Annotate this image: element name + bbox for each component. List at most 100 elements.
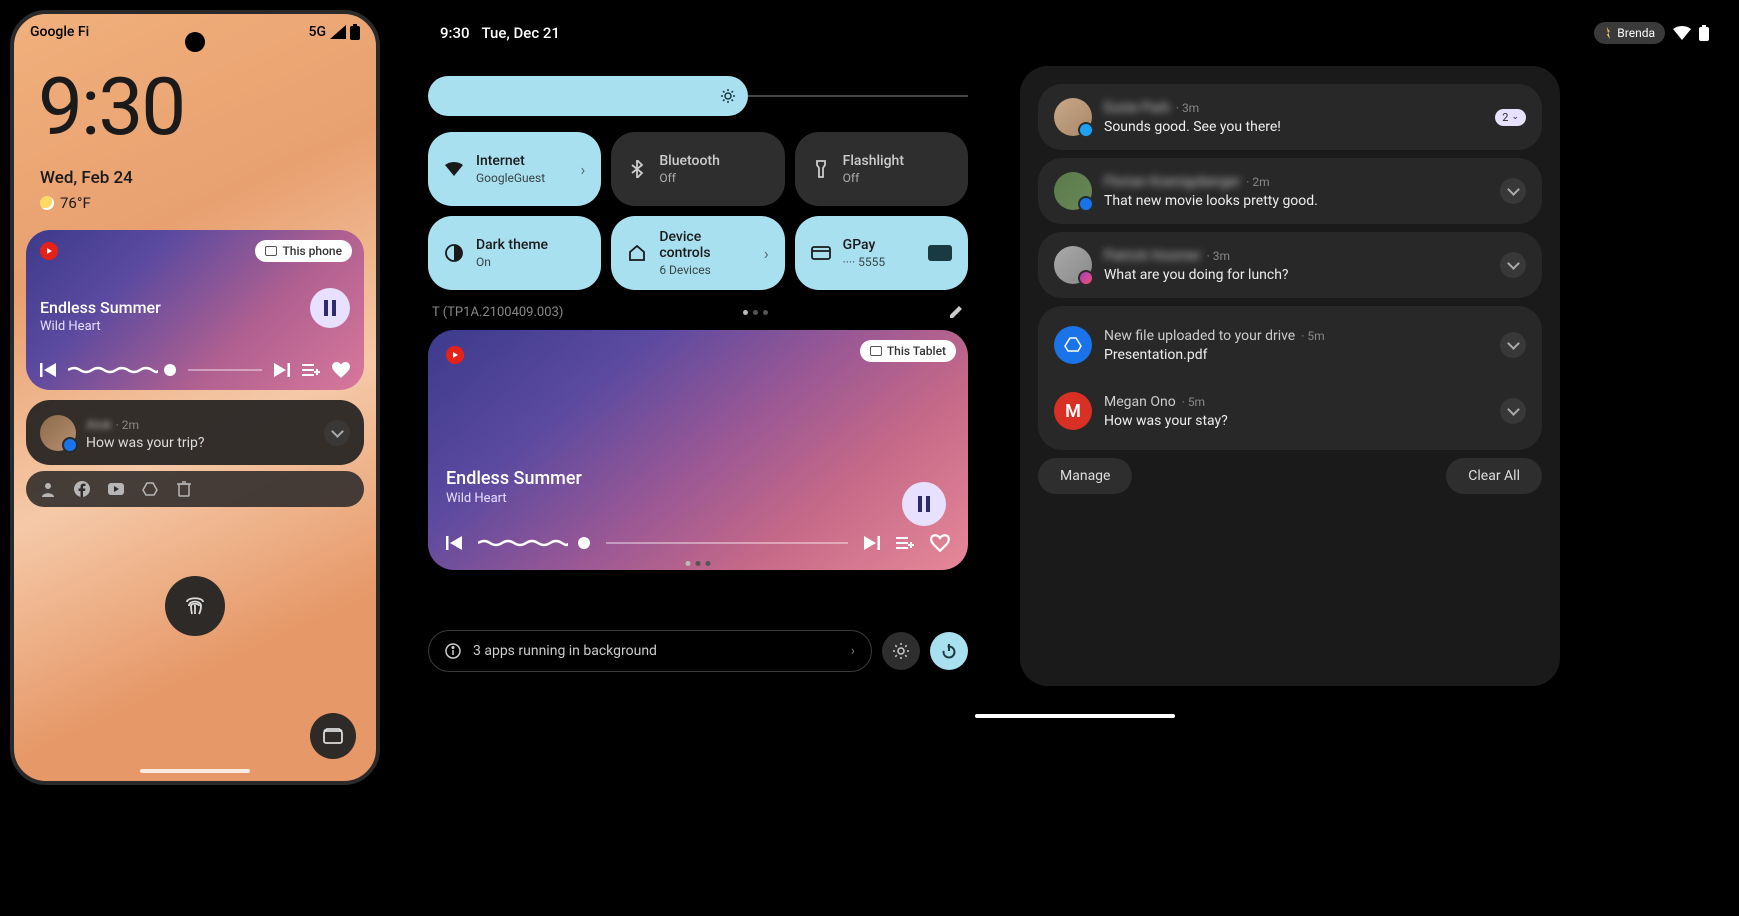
phone-media-card[interactable]: This phone Endless Summer Wild Heart	[26, 230, 364, 390]
background-apps-pill[interactable]: 3 apps running in background ›	[428, 630, 872, 672]
nav-handle[interactable]	[140, 769, 250, 773]
build-label: T (TP1A.2100409.003)	[432, 305, 563, 320]
edit-button[interactable]	[948, 304, 964, 320]
phone-notification[interactable]: Alok · 2m How was your trip?	[26, 400, 364, 465]
chevron-right-icon: ›	[581, 160, 586, 179]
battery-icon	[1699, 25, 1709, 41]
pause-button[interactable]	[310, 288, 350, 328]
bluetooth-icon	[627, 159, 647, 179]
youtube-icon	[108, 481, 124, 497]
notification-count[interactable]: 2⌄	[1495, 109, 1526, 126]
wallet-button[interactable]	[310, 713, 356, 759]
notification-group: New file uploaded to your drive· 5m Pres…	[1038, 306, 1542, 450]
dark-theme-icon	[444, 243, 464, 263]
seek-remaining	[188, 369, 262, 371]
battery-icon	[350, 24, 360, 40]
tile-dark-theme[interactable]: Dark themeOn	[428, 216, 601, 290]
camera-punch-hole	[185, 32, 205, 52]
card-icon	[811, 243, 831, 263]
signal-icon	[330, 25, 346, 39]
seek-thumb[interactable]	[164, 364, 176, 376]
tile-internet[interactable]: InternetGoogleGuest ›	[428, 132, 601, 206]
favorite-button[interactable]	[930, 534, 950, 552]
track-artist: Wild Heart	[40, 319, 350, 334]
brightness-slider[interactable]	[428, 76, 968, 116]
cast-output-button[interactable]: This Tablet	[860, 340, 956, 362]
page-dots	[743, 310, 768, 315]
tablet-media-card[interactable]: This Tablet Endless Summer Wild Heart	[428, 330, 968, 570]
next-button[interactable]	[274, 363, 290, 377]
media-page-dots	[686, 561, 711, 566]
info-icon	[445, 643, 461, 659]
previous-button[interactable]	[446, 536, 462, 550]
tablet-area: 9:30 Tue, Dec 21 Brenda InternetGoogleGu…	[420, 10, 1729, 710]
tile-device-controls[interactable]: Device controls6 Devices ›	[611, 216, 784, 290]
lockscreen-time: 9:30	[14, 40, 376, 154]
notification-item[interactable]: Eunie Park· 3m Sounds good. See you ther…	[1038, 84, 1542, 150]
tile-flashlight[interactable]: FlashlightOff	[795, 132, 968, 206]
previous-button[interactable]	[40, 363, 56, 377]
track-artist: Wild Heart	[446, 491, 950, 506]
expand-button[interactable]	[1500, 398, 1526, 424]
expand-button[interactable]	[324, 420, 350, 446]
seek-progress[interactable]	[478, 539, 568, 547]
facebook-icon	[74, 481, 90, 497]
seek-progress[interactable]	[68, 366, 158, 374]
notification-item[interactable]: Patrick Hosmer· 3m What are you doing fo…	[1038, 232, 1542, 298]
notification-sender: Alok	[86, 418, 112, 433]
avatar	[40, 415, 76, 451]
home-icon	[627, 243, 647, 263]
cast-icon	[870, 346, 882, 356]
messages-badge-icon	[1078, 196, 1094, 212]
user-chip[interactable]: Brenda	[1594, 22, 1665, 44]
notification-item[interactable]: New file uploaded to your drive· 5m Pres…	[1038, 312, 1542, 378]
gmail-icon: M	[1054, 392, 1092, 430]
clear-all-button[interactable]: Clear All	[1446, 458, 1542, 494]
tablet-time: 9:30	[440, 24, 470, 42]
manage-button[interactable]: Manage	[1038, 458, 1132, 494]
flashlight-icon	[811, 159, 831, 179]
drive-icon	[1054, 326, 1092, 364]
fingerprint-button[interactable]	[165, 576, 225, 636]
power-button[interactable]	[930, 632, 968, 670]
pause-button[interactable]	[902, 482, 946, 526]
cast-icon	[265, 246, 277, 256]
expand-button[interactable]	[1500, 178, 1526, 204]
expand-button[interactable]	[1500, 332, 1526, 358]
seek-remaining	[606, 542, 848, 544]
weather-icon	[40, 196, 54, 210]
chevron-right-icon: ›	[851, 643, 855, 659]
nav-handle[interactable]	[975, 714, 1175, 718]
youtube-music-icon	[446, 346, 464, 364]
tile-bluetooth[interactable]: BluetoothOff	[611, 132, 784, 206]
phone-lockscreen: Google Fi 5G 9:30 Wed, Feb 24 76°F This …	[10, 10, 380, 785]
seek-thumb[interactable]	[578, 537, 590, 549]
messages-badge-icon	[62, 437, 78, 453]
notification-item[interactable]: M Megan Ono· 5m How was your stay?	[1038, 378, 1542, 444]
drive-icon	[142, 481, 158, 497]
queue-button[interactable]	[302, 363, 320, 377]
tile-gpay[interactable]: GPay···· 5555	[795, 216, 968, 290]
next-button[interactable]	[864, 536, 880, 550]
qs-tiles: InternetGoogleGuest › BluetoothOff Flash…	[428, 132, 968, 290]
youtube-music-icon	[40, 242, 58, 260]
notification-icon-tray[interactable]	[26, 471, 364, 507]
settings-button[interactable]	[882, 632, 920, 670]
network-label: 5G	[309, 24, 327, 40]
card-thumbnail	[928, 245, 952, 261]
avatar	[1054, 98, 1092, 136]
track-title: Endless Summer	[40, 298, 350, 317]
carrier-label: Google Fi	[30, 24, 89, 40]
notification-item[interactable]: Florian Koenigsberger· 2m That new movie…	[1038, 158, 1542, 224]
wifi-icon	[1673, 26, 1691, 40]
messenger-badge-icon	[1078, 270, 1094, 286]
tablet-date: Tue, Dec 21	[482, 24, 560, 42]
expand-button[interactable]	[1500, 252, 1526, 278]
tablet-status-bar: 9:30 Tue, Dec 21 Brenda	[420, 10, 1729, 56]
notification-shade: Eunie Park· 3m Sounds good. See you ther…	[1020, 66, 1560, 686]
track-title: Endless Summer	[446, 468, 950, 489]
queue-button[interactable]	[896, 536, 914, 550]
cast-output-button[interactable]: This phone	[255, 240, 352, 262]
profile-icon	[40, 481, 56, 497]
favorite-button[interactable]	[332, 362, 350, 378]
